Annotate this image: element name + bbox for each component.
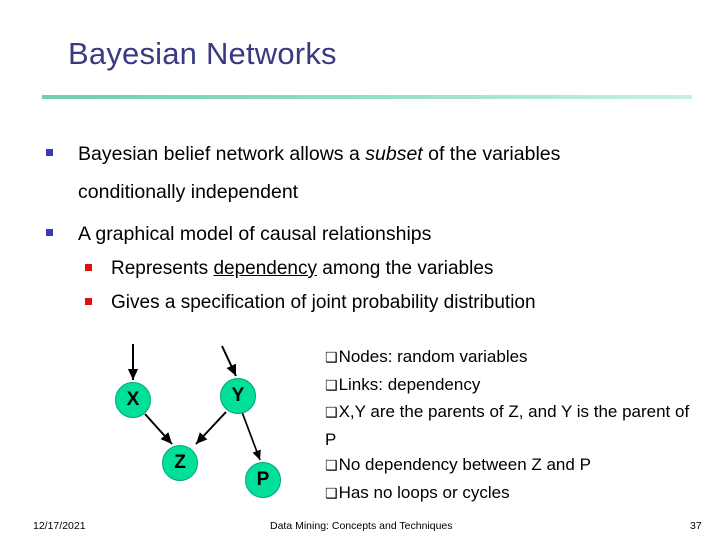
sub-bullet-item-1: Represents dependency among the variable… [85, 255, 685, 283]
hollow-square-icon: ❑ [325, 350, 338, 366]
note-line-text: No dependency between Z and P [338, 455, 591, 474]
sub-bullet-item-1-text: Represents dependency among the variable… [111, 255, 685, 283]
sub-bullet-1-underlined-term: dependency [213, 258, 317, 279]
note-line: ❑Links: dependency [325, 372, 695, 400]
edge-external-to-y [221, 345, 237, 377]
network-node-y: Y [220, 378, 256, 414]
hollow-square-icon: ❑ [325, 377, 338, 394]
edge-x-to-z [144, 413, 173, 445]
sub-bullet-1-segment-b: among the variables [317, 258, 494, 279]
note-line: ❑Has no loops or cycles [325, 480, 695, 508]
edge-y-to-p [241, 411, 261, 461]
sub-bullet-item-2: Gives a specification of joint probabili… [85, 289, 685, 317]
note-line-text: Nodes: random variables [338, 347, 528, 366]
edge-y-to-z [195, 411, 227, 445]
note-line-text: Links: dependency [338, 374, 481, 394]
bayesian-network-diagram: X Y Z P [100, 330, 315, 510]
bullet-1-emphasis: subset [365, 143, 423, 165]
bullet-item-2-text: A graphical model of causal relationship… [78, 223, 432, 245]
network-node-z: Z [162, 445, 198, 481]
bullet-item-2: A graphical model of causal relationship… [46, 220, 686, 249]
hollow-square-icon: ❑ [325, 405, 338, 421]
slide-canvas: Bayesian Networks Bayesian belief networ… [0, 0, 720, 540]
note-line: ❑X,Y are the parents of Z, and Y is the … [325, 399, 695, 452]
hollow-square-icon: ❑ [325, 485, 338, 502]
page-title: Bayesian Networks [68, 36, 337, 71]
network-node-p: P [245, 462, 281, 498]
bullet-item-1-continuation: conditionally independent [78, 178, 698, 207]
bullet-1-segment-b: of the variables [422, 143, 561, 165]
diagram-notes-list: ❑Nodes: random variables ❑Links: depende… [325, 344, 695, 507]
title-divider [42, 95, 692, 99]
note-line-text: X,Y are the parents of Z, and Y is the p… [325, 402, 690, 449]
footer-page-number: 37 [690, 520, 702, 532]
footer-date: 12/17/2021 [33, 520, 86, 532]
bullet-item-1-text: Bayesian belief network allows a subset … [78, 140, 686, 169]
bullet-square-icon [46, 149, 53, 156]
sub-bullet-square-icon [85, 298, 92, 305]
note-line-text: Has no loops or cycles [338, 482, 510, 502]
sub-bullet-square-icon [85, 264, 92, 271]
footer-source: Data Mining: Concepts and Techniques [270, 520, 453, 532]
note-line: ❑Nodes: random variables [325, 344, 695, 372]
hollow-square-icon: ❑ [325, 458, 338, 474]
bullet-1-segment-a: Bayesian belief network allows a [78, 143, 366, 165]
bullet-item-1-line2: conditionally independent [78, 181, 299, 203]
bullet-square-icon [46, 229, 53, 236]
network-edges [127, 344, 261, 461]
sub-bullet-item-2-text: Gives a specification of joint probabili… [111, 292, 536, 313]
network-node-x: X [115, 382, 151, 418]
bullet-item-1: Bayesian belief network allows a subset … [46, 140, 686, 169]
sub-bullet-1-segment-a: Represents [111, 258, 214, 279]
note-line: ❑No dependency between Z and P [325, 452, 695, 480]
